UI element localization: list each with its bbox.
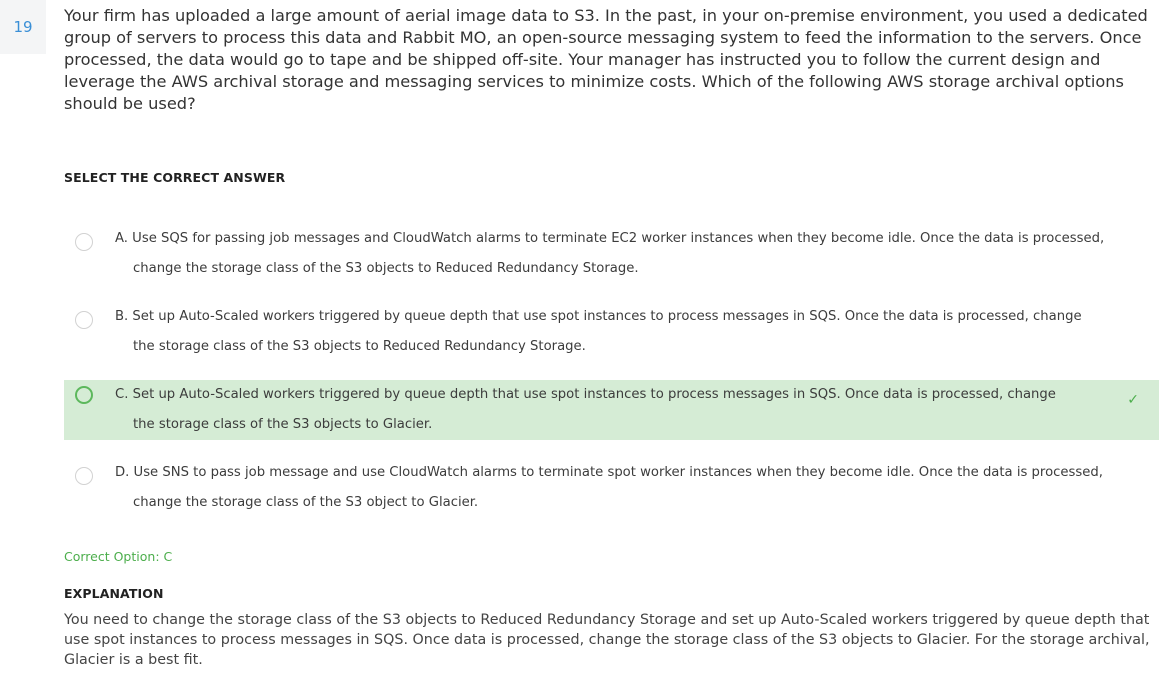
explanation-text: You need to change the storage class of … (64, 612, 1150, 668)
option-a-text: A. Use SQS for passing job messages and … (115, 231, 1105, 276)
option-d-radio[interactable] (75, 467, 93, 485)
question-text: Your firm has uploaded a large amount of… (64, 6, 1148, 113)
option-d[interactable]: D. Use SNS to pass job message and use C… (64, 462, 1159, 522)
option-b[interactable]: B. Set up Auto-Scaled workers triggered … (64, 306, 1159, 366)
option-d-text: D. Use SNS to pass job message and use C… (115, 465, 1103, 510)
question-number: 19 (0, 0, 46, 54)
option-a[interactable]: A. Use SQS for passing job messages and … (64, 228, 1159, 288)
correct-option-label: Correct Option: C (64, 549, 173, 564)
option-c[interactable]: C. Set up Auto-Scaled workers triggered … (64, 380, 1159, 440)
option-b-text: B. Set up Auto-Scaled workers triggered … (115, 309, 1082, 354)
option-c-text: C. Set up Auto-Scaled workers triggered … (115, 387, 1056, 432)
option-b-radio[interactable] (75, 311, 93, 329)
option-c-radio[interactable] (75, 386, 93, 404)
select-answer-heading: SELECT THE CORRECT ANSWER (64, 170, 286, 185)
checkmark-icon: ✓ (1127, 392, 1139, 408)
explanation-heading: EXPLANATION (64, 586, 164, 601)
option-a-radio[interactable] (75, 233, 93, 251)
